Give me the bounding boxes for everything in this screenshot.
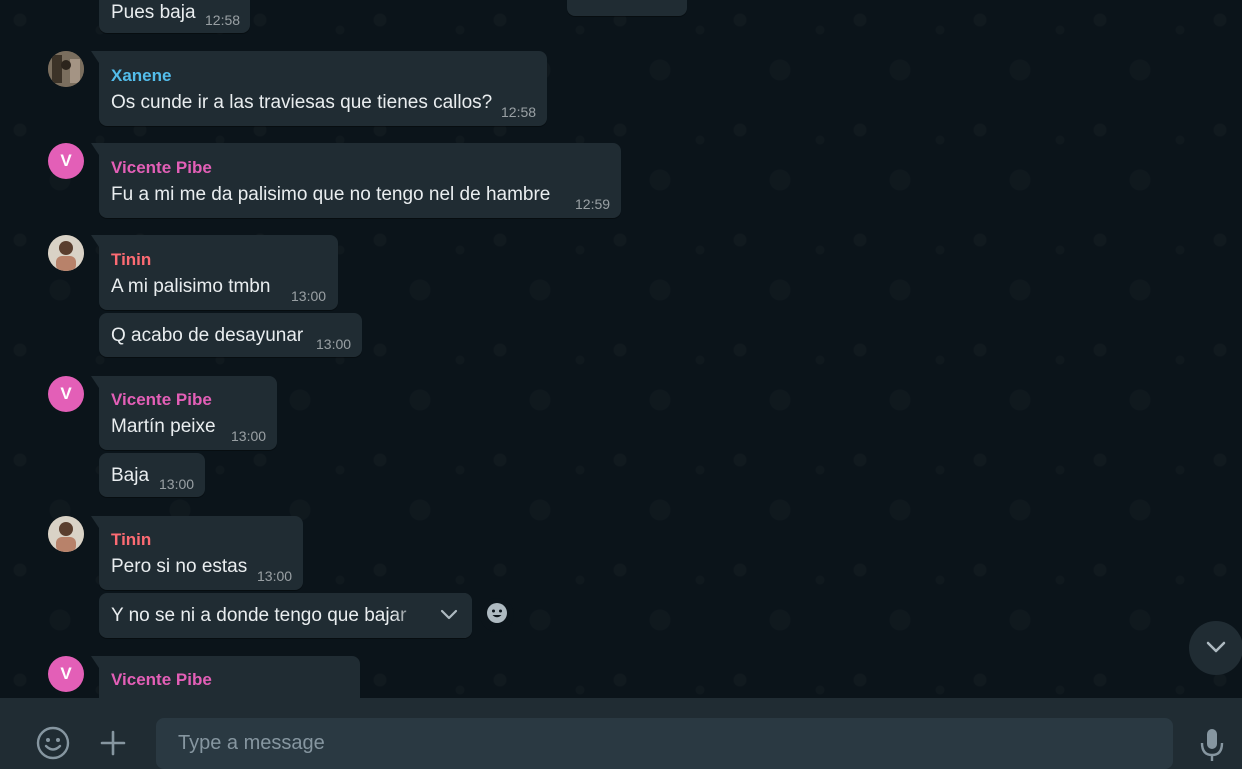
avatar-vicente[interactable]: V: [48, 376, 84, 412]
message-time: 12:58: [205, 12, 241, 28]
message-text: Baja: [111, 465, 150, 486]
message-time: 12:59: [575, 196, 611, 212]
attach-button[interactable]: [95, 728, 131, 762]
message-bubble[interactable]: Vicente Pibe Fu a mi me da palisimo que …: [91, 143, 621, 218]
message-bubble[interactable]: Tinin Pero si no estas 13:00: [91, 516, 303, 590]
message-bubble[interactable]: Q acabo de desayunar 13:00: [99, 313, 362, 357]
sender-name[interactable]: Vicente Pibe: [111, 390, 212, 410]
message-bubble[interactable]: Tinin A mi palisimo tmbn 13:00: [91, 235, 338, 310]
message-menu-button[interactable]: [436, 603, 462, 629]
message-time: 13:00: [257, 568, 293, 584]
message-time: 13:00: [291, 288, 327, 304]
message-text: Q acabo de desayunar: [111, 325, 304, 346]
message-text: Pero si no estas: [111, 556, 248, 577]
voice-record-button[interactable]: [1193, 726, 1231, 766]
message-time: 12:58: [501, 104, 537, 120]
avatar-letter: V: [60, 664, 72, 683]
avatar-vicente[interactable]: V: [48, 143, 84, 179]
composer-bar: [0, 698, 1242, 769]
message-time: 13:00: [316, 336, 352, 352]
message-bubble[interactable]: Y no se ni a donde tengo que bajar: [99, 593, 472, 638]
emoji-icon: [36, 726, 70, 765]
message-input[interactable]: [156, 718, 1173, 769]
message-bubble[interactable]: Vicente Pibe Martín peixe 13:00: [91, 376, 277, 450]
message-bubble[interactable]: Xanene Os cunde ir a las traviesas que t…: [91, 51, 547, 126]
message-time: 13:00: [231, 428, 267, 444]
message-text: Y no se ni a donde tengo que bajar: [111, 605, 407, 626]
mic-icon: [1199, 726, 1225, 767]
message-text: A mi palisimo tmbn: [111, 276, 271, 297]
message-bubble[interactable]: Vicente Pibe: [91, 656, 360, 698]
avatar-xanene[interactable]: [48, 51, 84, 87]
message-text: Pues baja: [111, 2, 196, 23]
message-text: Fu a mi me da palisimo que no tengo nel …: [111, 184, 551, 205]
sender-name[interactable]: Xanene: [111, 66, 171, 86]
message-text: Martín peixe: [111, 416, 216, 437]
smiley-react-icon: [486, 602, 508, 629]
avatar-letter: V: [60, 151, 72, 170]
scroll-to-bottom-button[interactable]: [1189, 621, 1242, 675]
message-bubble[interactable]: Baja 13:00: [99, 453, 205, 497]
message-bubble[interactable]: Pues baja 12:58: [99, 0, 250, 33]
message-bubble[interactable]: [567, 0, 687, 16]
chevron-down-icon: [1203, 633, 1229, 664]
message-text: Os cunde ir a las traviesas que tienes c…: [111, 92, 493, 113]
plus-icon: [99, 729, 127, 762]
sender-name[interactable]: Vicente Pibe: [111, 158, 212, 178]
emoji-button[interactable]: [34, 726, 72, 764]
react-button[interactable]: [480, 598, 514, 632]
sender-name[interactable]: Vicente Pibe: [111, 670, 212, 690]
message-time: 13:00: [159, 476, 195, 492]
chevron-down-icon: [438, 603, 460, 630]
sender-name[interactable]: Tinin: [111, 530, 151, 550]
avatar-tinin[interactable]: [48, 516, 84, 552]
avatar-tinin[interactable]: [48, 235, 84, 271]
sender-name[interactable]: Tinin: [111, 250, 151, 270]
avatar-letter: V: [60, 384, 72, 403]
chat-area: Pues baja 12:58 Xanene Os cunde ir a las…: [0, 0, 1242, 698]
avatar-vicente[interactable]: V: [48, 656, 84, 692]
